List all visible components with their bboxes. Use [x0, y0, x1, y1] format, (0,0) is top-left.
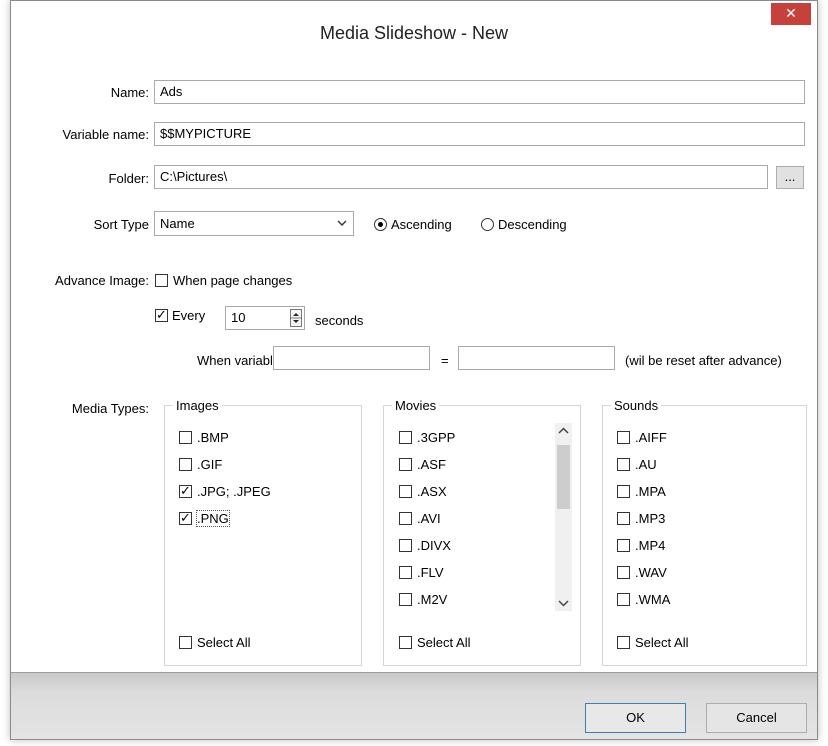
mpa-label: .MPA	[635, 484, 666, 499]
close-icon: ✕	[785, 5, 797, 21]
asf-label: .ASF	[417, 457, 446, 472]
movies-group-title: Movies	[392, 398, 440, 413]
wma-label: .WMA	[635, 592, 671, 607]
wma-checkbox[interactable]	[617, 593, 630, 606]
asx-label: .ASX	[417, 484, 447, 499]
wav-label: .WAV	[635, 565, 667, 580]
bmp-label: .BMP	[197, 430, 229, 445]
advance-image-label: Advance Image:	[55, 273, 149, 288]
when-variable-target-input[interactable]	[458, 346, 615, 370]
folder-label: Folder:	[108, 171, 149, 186]
window-title: Media Slideshow - New	[319, 23, 509, 43]
descending-radio[interactable]	[481, 218, 494, 231]
png-checkbox[interactable]	[179, 510, 192, 526]
flv-label: .FLV	[417, 565, 444, 580]
variable-name-input[interactable]: $$MYPICTURE	[154, 122, 805, 146]
movies-scroll-thumb[interactable]	[557, 445, 570, 509]
sounds-group	[602, 405, 807, 666]
name-label: Name:	[110, 85, 149, 100]
sounds-select-all-checkbox[interactable]	[617, 636, 630, 649]
jpg-checkbox[interactable]	[179, 483, 192, 499]
every-label: Every	[172, 308, 206, 323]
movies-scrollbar[interactable]	[555, 423, 572, 611]
au-label: .AU	[635, 457, 657, 472]
sort-type-value: Name	[160, 216, 195, 231]
chevron-down-icon[interactable]	[555, 595, 572, 611]
title-bar: Media Slideshow - New ✕	[11, 1, 817, 63]
gif-checkbox[interactable]	[179, 458, 192, 471]
when-variable-input[interactable]	[273, 346, 430, 370]
movies-group	[383, 405, 581, 666]
avi-checkbox[interactable]	[399, 512, 412, 525]
name-input[interactable]: Ads	[154, 80, 805, 104]
wav-checkbox[interactable]	[617, 566, 630, 579]
ok-button[interactable]: OK	[585, 703, 686, 733]
images-select-all-label: Select All	[197, 635, 251, 650]
mp4-checkbox[interactable]	[617, 539, 630, 552]
mp3-label: .MP3	[635, 511, 666, 526]
sounds-select-all-label: Select All	[635, 635, 689, 650]
flv-checkbox[interactable]	[399, 566, 412, 579]
chevron-down-icon	[337, 220, 347, 226]
mp3-checkbox[interactable]	[617, 512, 630, 525]
descending-label: Descending	[498, 217, 567, 232]
equals-sign: =	[441, 353, 449, 368]
asf-checkbox[interactable]	[399, 458, 412, 471]
spinner-icon[interactable]	[290, 309, 302, 327]
button-bar: OK Cancel	[11, 672, 817, 739]
ascending-label: Ascending	[391, 217, 452, 232]
aiff-label: .AIFF	[635, 430, 667, 445]
aiff-checkbox[interactable]	[617, 431, 630, 444]
mp4-label: .MP4	[635, 538, 666, 553]
images-group	[164, 405, 362, 666]
media-types-label: Media Types:	[71, 401, 149, 416]
page-changes-checkbox[interactable]	[155, 274, 168, 287]
m2v-checkbox[interactable]	[399, 593, 412, 606]
every-interval-value: 10	[231, 310, 246, 325]
3gpp-checkbox[interactable]	[399, 431, 412, 444]
reset-note: (wil be reset after advance)	[625, 353, 782, 368]
asx-checkbox[interactable]	[399, 485, 412, 498]
jpg-label: .JPG; .JPEG	[197, 484, 271, 499]
sounds-group-title: Sounds	[611, 398, 662, 413]
movies-select-all-checkbox[interactable]	[399, 636, 412, 649]
chevron-up-icon[interactable]	[555, 423, 572, 439]
mpa-checkbox[interactable]	[617, 485, 630, 498]
png-label: .PNG	[196, 510, 230, 527]
sort-type-label: Sort Type	[93, 217, 149, 232]
variable-name-label: Variable name:	[62, 127, 149, 142]
dialog-body: Name: Ads Variable name: $$MYPICTURE Fol…	[11, 63, 817, 673]
divx-checkbox[interactable]	[399, 539, 412, 552]
when-variable-label: When variable:	[197, 353, 284, 368]
au-checkbox[interactable]	[617, 458, 630, 471]
every-checkbox[interactable]	[155, 307, 168, 323]
browse-folder-button[interactable]: ...	[776, 166, 804, 189]
gif-label: .GIF	[197, 457, 223, 472]
images-select-all-checkbox[interactable]	[179, 636, 192, 649]
cancel-button[interactable]: Cancel	[706, 703, 807, 733]
page-changes-label: When page changes	[173, 273, 293, 288]
ascending-radio[interactable]	[374, 218, 387, 231]
images-group-title: Images	[173, 398, 222, 413]
bmp-checkbox[interactable]	[179, 431, 192, 444]
folder-input[interactable]: C:\Pictures\	[154, 165, 768, 189]
movies-select-all-label: Select All	[417, 635, 471, 650]
every-interval-input[interactable]: 10	[225, 306, 305, 330]
divx-label: .DIVX	[417, 538, 451, 553]
dialog-window: Media Slideshow - New ✕ Name: Ads Variab…	[10, 0, 818, 740]
close-button[interactable]: ✕	[771, 3, 811, 25]
seconds-label: seconds	[315, 313, 364, 328]
sort-type-select[interactable]: Name	[154, 211, 354, 236]
avi-label: .AVI	[417, 511, 441, 526]
3gpp-label: .3GPP	[417, 430, 456, 445]
m2v-label: .M2V	[417, 592, 448, 607]
